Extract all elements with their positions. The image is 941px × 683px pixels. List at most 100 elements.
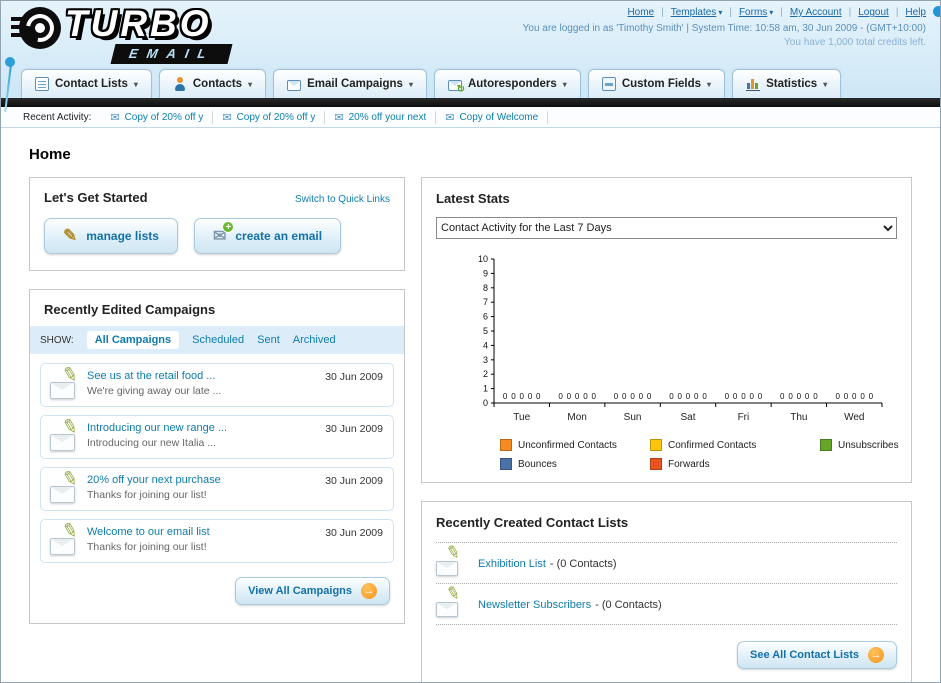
legend-item: Bounces bbox=[500, 458, 650, 470]
campaign-filter-link[interactable]: Scheduled bbox=[192, 334, 244, 346]
campaign-date: 30 Jun 2009 bbox=[325, 423, 383, 435]
pencil-icon: ✎ bbox=[63, 226, 78, 245]
svg-text:3: 3 bbox=[483, 355, 488, 365]
recent-activity-item-label: 20% off your next bbox=[348, 111, 427, 123]
app-logo[interactable]: TURBO EMAIL bbox=[11, 5, 233, 64]
svg-text:8: 8 bbox=[483, 283, 488, 293]
pencil-icon: ✎ bbox=[59, 519, 81, 544]
campaign-title-link[interactable]: Introducing our new range ... bbox=[87, 422, 303, 434]
see-all-contact-lists-label: See All Contact Lists bbox=[749, 649, 859, 661]
nav-tab-label: Contacts bbox=[192, 78, 243, 90]
nav-divider-bar bbox=[1, 98, 940, 107]
autoresponders-icon bbox=[447, 79, 465, 95]
stats-range-select[interactable]: Contact Activity for the Last 7 Days bbox=[436, 217, 897, 239]
svg-text:0: 0 bbox=[788, 392, 793, 401]
campaign-filter-link[interactable]: All Campaigns bbox=[86, 331, 180, 349]
top-nav-link[interactable]: Home bbox=[627, 7, 654, 18]
top-nav-link[interactable]: Forms bbox=[739, 7, 767, 18]
campaign-date: 30 Jun 2009 bbox=[325, 527, 383, 539]
recent-campaigns-title: Recently Edited Campaigns bbox=[44, 302, 216, 317]
svg-text:0: 0 bbox=[503, 392, 508, 401]
recent-activity-list: ✉ Copy of 20% off yo ✉ Copy of 20% off y… bbox=[101, 110, 549, 124]
nav-tab[interactable]: Custom Fields ▾ bbox=[587, 69, 726, 98]
campaign-filter-link[interactable]: Archived bbox=[293, 334, 336, 346]
svg-text:0: 0 bbox=[483, 398, 488, 408]
pencil-icon: ✎ bbox=[444, 541, 463, 564]
email-campaigns-icon bbox=[287, 79, 302, 91]
credits-status: You have 1,000 total credits left. bbox=[784, 37, 926, 48]
campaign-title-link[interactable]: See us at the retail food ... bbox=[87, 370, 303, 382]
recent-activity-item[interactable]: ✉ Copy of 20% off yo bbox=[101, 110, 214, 124]
legend-label: Unconfirmed Contacts bbox=[518, 439, 617, 451]
top-nav-item: Help▾ bbox=[889, 7, 926, 18]
top-nav-link[interactable]: Logout bbox=[858, 7, 889, 18]
svg-text:0: 0 bbox=[725, 392, 730, 401]
top-nav-link[interactable]: Help bbox=[905, 7, 926, 18]
recent-activity-item[interactable]: ✉ Copy of Welcome to bbox=[436, 110, 549, 124]
list-envelope-pencil-icon: ✎ bbox=[436, 583, 466, 618]
pencil-icon: ✎ bbox=[59, 415, 81, 440]
contact-activity-chart: 012345678910Tue0 0 0 0 0Mon0 0 0 0 0Sun0 0 0 0 0Sat0… bbox=[478, 254, 883, 423]
create-email-button[interactable]: ✉ + create an email bbox=[193, 218, 342, 254]
recent-activity-item[interactable]: ✉ 20% off your next bbox=[325, 110, 437, 124]
nav-tab-label: Autoresponders bbox=[467, 78, 557, 90]
recent-activity-bar: Recent Activity: ✉ Copy of 20% off yo ✉ … bbox=[1, 107, 940, 128]
top-nav-item: Templates▾ bbox=[654, 7, 723, 18]
header-utility: Home▾ Templates▾ Forms▾ My Account▾ Logo… bbox=[523, 7, 926, 48]
contact-list-items: ✎ Exhibition List - (0 Contacts) ✎ Newsle… bbox=[436, 542, 897, 625]
svg-text:0: 0 bbox=[797, 392, 802, 401]
nav-tab[interactable]: Email Campaigns ▾ bbox=[273, 69, 427, 98]
legend-swatch bbox=[650, 458, 662, 470]
switch-quick-links-link[interactable]: Switch to Quick Links bbox=[295, 194, 390, 205]
recent-activity-item[interactable]: ✉ Copy of 20% off yo bbox=[213, 110, 326, 124]
top-nav-link[interactable]: My Account bbox=[790, 7, 842, 18]
svg-text:5: 5 bbox=[483, 326, 488, 336]
campaign-title-link[interactable]: 20% off your next purchase bbox=[87, 474, 303, 486]
page-title: Home bbox=[29, 146, 71, 163]
legend-swatch bbox=[500, 439, 512, 451]
campaign-filters: All Campaigns Scheduled Sent Archived bbox=[86, 331, 336, 349]
recent-campaigns-panel: Recently Edited Campaigns SHOW: All Camp… bbox=[29, 289, 405, 624]
svg-text:0: 0 bbox=[694, 392, 699, 401]
manage-lists-button[interactable]: ✎ manage lists bbox=[44, 218, 178, 254]
campaign-title-link[interactable]: Welcome to our email list bbox=[87, 526, 303, 538]
see-all-contact-lists-button[interactable]: See All Contact Lists → bbox=[736, 641, 897, 669]
svg-text:0: 0 bbox=[758, 392, 763, 401]
svg-text:0: 0 bbox=[677, 392, 682, 401]
chevron-down-icon: ▾ bbox=[823, 79, 828, 89]
svg-text:7: 7 bbox=[483, 297, 488, 307]
manage-lists-label: manage lists bbox=[86, 229, 159, 243]
svg-text:1: 1 bbox=[483, 384, 488, 394]
campaign-filter-bar: SHOW: All Campaigns Scheduled Sent Archi… bbox=[30, 326, 404, 354]
envelope-icon: ✉ bbox=[110, 111, 120, 124]
view-all-campaigns-button[interactable]: View All Campaigns → bbox=[235, 577, 390, 605]
header: TURBO EMAIL Home▾ Templates▾ Forms▾ My A… bbox=[1, 1, 940, 112]
svg-text:0: 0 bbox=[511, 392, 516, 401]
latest-stats-panel: Latest Stats Contact Activity for the La… bbox=[421, 177, 912, 483]
pencil-icon: ✎ bbox=[444, 582, 463, 605]
contact-list-link[interactable]: Exhibition List bbox=[478, 558, 546, 570]
svg-text:0: 0 bbox=[852, 392, 857, 401]
envelope-icon: ✉ bbox=[222, 111, 232, 124]
svg-text:0: 0 bbox=[813, 392, 818, 401]
top-nav-item: Logout▾ bbox=[842, 7, 889, 18]
svg-text:0: 0 bbox=[733, 392, 738, 401]
campaign-envelope-pencil-icon: ✎ bbox=[50, 467, 84, 504]
nav-tab[interactable]: Contact Lists ▾ bbox=[21, 69, 152, 98]
top-nav-link[interactable]: Templates bbox=[671, 7, 717, 18]
nav-tab[interactable]: Autoresponders ▾ bbox=[433, 69, 581, 98]
svg-text:0: 0 bbox=[749, 392, 754, 401]
recent-activity-label: Recent Activity: bbox=[23, 111, 92, 123]
list-envelope-pencil-icon: ✎ bbox=[436, 542, 466, 577]
top-nav-item: Home▾ bbox=[627, 7, 654, 18]
get-started-title: Let's Get Started bbox=[44, 190, 148, 205]
campaign-filter-link[interactable]: Sent bbox=[257, 334, 280, 346]
svg-text:4: 4 bbox=[483, 340, 488, 350]
chevron-down-icon: ▾ bbox=[248, 79, 253, 89]
nav-tab[interactable]: Statistics ▾ bbox=[732, 69, 842, 98]
nav-tab[interactable]: Contacts ▾ bbox=[158, 69, 267, 98]
svg-text:0: 0 bbox=[639, 392, 644, 401]
svg-text:0: 0 bbox=[575, 392, 580, 401]
svg-text:0: 0 bbox=[702, 392, 707, 401]
contact-list-link[interactable]: Newsletter Subscribers bbox=[478, 599, 591, 611]
